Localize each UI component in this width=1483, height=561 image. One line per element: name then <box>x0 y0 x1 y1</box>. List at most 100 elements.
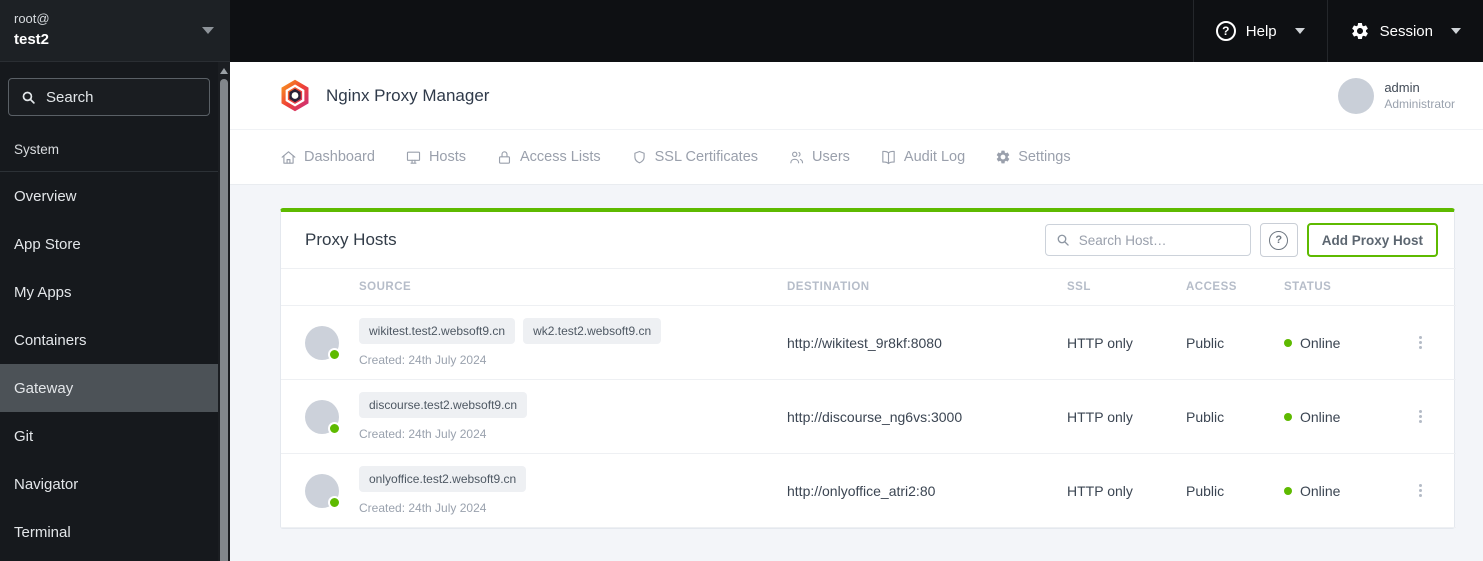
status-dot-icon <box>1284 412 1292 421</box>
card-header: Proxy Hosts ? Add Proxy Host <box>281 212 1454 268</box>
column-destination: DESTINATION <box>775 268 1055 306</box>
proxy-hosts-table: SOURCE DESTINATION SSL ACCESS STATUS wik… <box>281 268 1456 528</box>
search-icon <box>22 91 35 104</box>
column-status: STATUS <box>1272 268 1384 306</box>
panel-help-button[interactable]: ? <box>1259 223 1298 257</box>
tab-label: Settings <box>1018 149 1071 165</box>
user-role: Administrator <box>1384 96 1455 111</box>
table-row[interactable]: wikitest.test2.websoft9.cn wk2.test2.web… <box>281 305 1456 380</box>
host-avatar <box>305 399 341 435</box>
search-icon <box>1057 234 1069 246</box>
host-switcher[interactable]: root@ test2 <box>0 0 230 62</box>
tab-ssl-certificates[interactable]: SSL Certificates <box>631 149 758 166</box>
app-root: root@ test2 System Overview App Store My… <box>0 0 1483 561</box>
source-domain-badge: discourse.test2.websoft9.cn <box>359 392 528 418</box>
user-name: admin <box>1384 79 1420 95</box>
tab-settings[interactable]: Settings <box>995 149 1071 165</box>
main-area: ? Help Session Nginx Proxy Manager admin… <box>230 0 1483 561</box>
tab-label: Users <box>812 149 850 165</box>
column-avatar <box>281 268 347 306</box>
nginx-proxy-manager-logo-icon <box>281 79 309 112</box>
ssl-value: HTTP only <box>1055 305 1174 380</box>
help-icon: ? <box>1215 21 1236 41</box>
sidebar-item-overview[interactable]: Overview <box>0 172 218 220</box>
ssl-value: HTTP only <box>1055 379 1174 454</box>
sidebar-item-terminal[interactable]: Terminal <box>0 508 218 556</box>
host-search-input[interactable] <box>1044 224 1251 256</box>
access-value: Public <box>1174 305 1272 380</box>
table-row[interactable]: onlyoffice.test2.websoft9.cn Created: 24… <box>281 453 1456 528</box>
row-actions-kebab-icon[interactable] <box>1410 478 1430 503</box>
online-indicator-dot <box>328 347 341 361</box>
content-area: Proxy Hosts ? Add Proxy Host <box>230 185 1483 561</box>
npm-nav-tabs: Dashboard Hosts Access Lists SSL Certifi… <box>230 130 1483 185</box>
sidebar-item-my-apps[interactable]: My Apps <box>0 268 218 316</box>
status-badge: Online <box>1284 483 1372 499</box>
monitor-icon <box>406 151 421 164</box>
tab-access-lists[interactable]: Access Lists <box>496 149 601 166</box>
card-title: Proxy Hosts <box>305 230 397 249</box>
user-menu[interactable]: admin Administrator <box>1338 77 1455 114</box>
gear-icon <box>996 150 1010 164</box>
row-actions-kebab-icon[interactable] <box>1410 404 1430 429</box>
destination-url: http://wikitest_9r8kf:8080 <box>775 305 1055 380</box>
gear-icon <box>1351 23 1368 39</box>
shield-icon <box>633 150 645 163</box>
source-domain-badge: wk2.test2.websoft9.cn <box>523 318 662 344</box>
sidebar-search[interactable] <box>8 78 210 116</box>
source-domain-badge: wikitest.test2.websoft9.cn <box>359 318 516 344</box>
online-indicator-dot <box>328 495 341 509</box>
scrollbar-thumb[interactable] <box>220 79 228 561</box>
sidebar-body: System Overview App Store My Apps Contai… <box>0 62 218 561</box>
sidebar-item-app-store[interactable]: App Store <box>0 220 218 268</box>
table-row[interactable]: discourse.test2.websoft9.cn Created: 24t… <box>281 379 1456 454</box>
sidebar-item-gateway[interactable]: Gateway <box>0 364 218 412</box>
ssl-value: HTTP only <box>1055 453 1174 528</box>
created-date: Created: 24th July 2024 <box>359 353 487 367</box>
table-header-row: SOURCE DESTINATION SSL ACCESS STATUS <box>281 268 1456 306</box>
status-dot-icon <box>1284 338 1292 347</box>
access-value: Public <box>1174 379 1272 454</box>
help-icon: ? <box>1269 230 1289 250</box>
app-header: Nginx Proxy Manager admin Administrator <box>230 62 1483 130</box>
sidebar-item-containers[interactable]: Containers <box>0 316 218 364</box>
status-label: Online <box>1300 482 1341 499</box>
topbar: ? Help Session <box>230 0 1483 62</box>
proxy-hosts-card: Proxy Hosts ? Add Proxy Host <box>280 208 1456 529</box>
sidebar-section-label: System <box>0 142 218 172</box>
scroll-up-arrow-icon[interactable] <box>220 68 228 74</box>
add-proxy-host-button[interactable]: Add Proxy Host <box>1306 223 1438 257</box>
book-icon <box>882 150 895 164</box>
tab-dashboard[interactable]: Dashboard <box>280 149 375 166</box>
access-value: Public <box>1174 453 1272 528</box>
tab-audit-log[interactable]: Audit Log <box>880 149 965 166</box>
online-indicator-dot <box>328 421 341 435</box>
sidebar-search-input[interactable] <box>46 88 198 106</box>
status-badge: Online <box>1284 409 1372 425</box>
tab-label: SSL Certificates <box>654 149 759 165</box>
help-menu[interactable]: ? Help <box>1192 0 1327 62</box>
created-date: Created: 24th July 2024 <box>359 427 487 441</box>
sidebar-scrollbar[interactable] <box>218 62 230 561</box>
session-menu[interactable]: Session <box>1326 0 1483 62</box>
sidebar-nav: Overview App Store My Apps Containers Ga… <box>0 172 218 556</box>
row-actions-kebab-icon[interactable] <box>1410 330 1430 355</box>
tab-hosts[interactable]: Hosts <box>405 149 466 166</box>
sidebar-item-navigator[interactable]: Navigator <box>0 460 218 508</box>
users-icon <box>790 151 804 163</box>
tab-label: Audit Log <box>903 149 966 165</box>
chevron-down-icon <box>202 27 214 34</box>
sidebar: root@ test2 System Overview App Store My… <box>0 0 230 561</box>
source-domain-badge: onlyoffice.test2.websoft9.cn <box>359 466 527 492</box>
chevron-down-icon <box>1294 28 1305 34</box>
destination-url: http://discourse_ng6vs:3000 <box>775 379 1055 454</box>
host-search[interactable] <box>1044 224 1251 256</box>
column-access: ACCESS <box>1174 268 1272 306</box>
sidebar-item-git[interactable]: Git <box>0 412 218 460</box>
tab-users[interactable]: Users <box>788 149 850 166</box>
host-name-label: test2 <box>14 31 50 49</box>
status-label: Online <box>1300 334 1341 351</box>
status-label: Online <box>1300 408 1341 425</box>
avatar <box>1338 77 1375 114</box>
status-dot-icon <box>1284 486 1292 495</box>
